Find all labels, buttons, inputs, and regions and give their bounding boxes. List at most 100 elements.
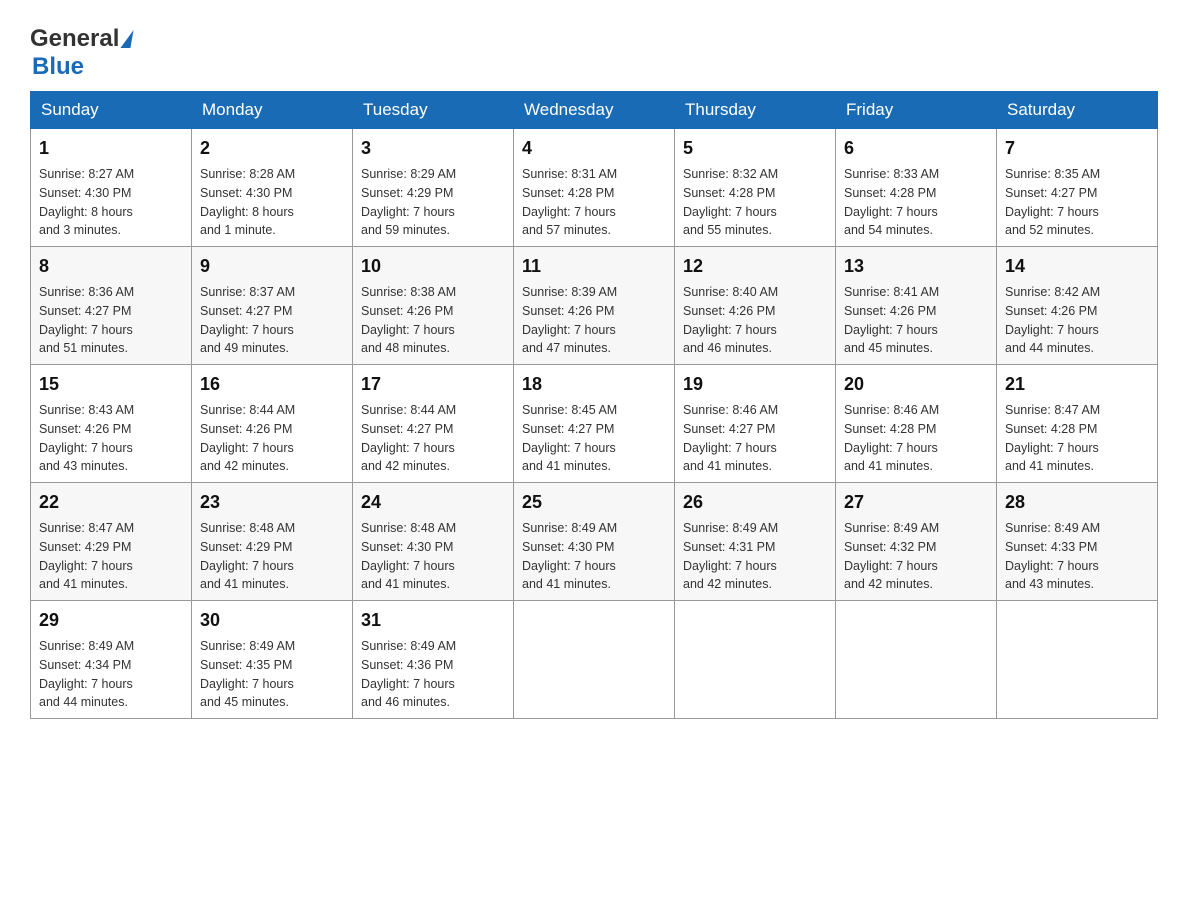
- day-info: Sunrise: 8:36 AM Sunset: 4:27 PM Dayligh…: [39, 283, 183, 358]
- calendar-table: SundayMondayTuesdayWednesdayThursdayFrid…: [30, 91, 1158, 719]
- day-number: 6: [844, 135, 988, 162]
- day-number: 26: [683, 489, 827, 516]
- day-number: 3: [361, 135, 505, 162]
- day-info: Sunrise: 8:47 AM Sunset: 4:28 PM Dayligh…: [1005, 401, 1149, 476]
- day-number: 22: [39, 489, 183, 516]
- calendar-cell: 12Sunrise: 8:40 AM Sunset: 4:26 PM Dayli…: [675, 247, 836, 365]
- day-info: Sunrise: 8:41 AM Sunset: 4:26 PM Dayligh…: [844, 283, 988, 358]
- day-number: 12: [683, 253, 827, 280]
- day-number: 18: [522, 371, 666, 398]
- day-info: Sunrise: 8:48 AM Sunset: 4:30 PM Dayligh…: [361, 519, 505, 594]
- week-row-1: 1 Sunrise: 8:27 AM Sunset: 4:30 PM Daylig…: [31, 129, 1158, 247]
- calendar-cell: 18 Sunrise: 8:45 AM Sunset: 4:27 PM Dayli…: [514, 365, 675, 483]
- calendar-cell: 14 Sunrise: 8:42 AM Sunset: 4:26 PM Dayli…: [997, 247, 1158, 365]
- week-row-5: 29 Sunrise: 8:49 AM Sunset: 4:34 PM Dayli…: [31, 601, 1158, 719]
- calendar-cell: 23 Sunrise: 8:48 AM Sunset: 4:29 PM Dayli…: [192, 483, 353, 601]
- calendar-cell: 24Sunrise: 8:48 AM Sunset: 4:30 PM Dayli…: [353, 483, 514, 601]
- day-info: Sunrise: 8:48 AM Sunset: 4:29 PM Dayligh…: [200, 519, 344, 594]
- day-info: Sunrise: 8:28 AM Sunset: 4:30 PM Dayligh…: [200, 165, 344, 240]
- day-info: Sunrise: 8:35 AM Sunset: 4:27 PM Dayligh…: [1005, 165, 1149, 240]
- day-info: Sunrise: 8:47 AM Sunset: 4:29 PM Dayligh…: [39, 519, 183, 594]
- calendar-cell: 8 Sunrise: 8:36 AM Sunset: 4:27 PM Daylig…: [31, 247, 192, 365]
- day-number: 9: [200, 253, 344, 280]
- day-number: 23: [200, 489, 344, 516]
- day-number: 30: [200, 607, 344, 634]
- column-header-saturday: Saturday: [997, 92, 1158, 129]
- column-header-tuesday: Tuesday: [353, 92, 514, 129]
- calendar-cell: 5 Sunrise: 8:32 AM Sunset: 4:28 PM Daylig…: [675, 129, 836, 247]
- day-number: 31: [361, 607, 505, 634]
- day-number: 21: [1005, 371, 1149, 398]
- column-headers: SundayMondayTuesdayWednesdayThursdayFrid…: [31, 92, 1158, 129]
- calendar-cell: [836, 601, 997, 719]
- calendar-cell: 30 Sunrise: 8:49 AM Sunset: 4:35 PM Dayli…: [192, 601, 353, 719]
- day-number: 11: [522, 253, 666, 280]
- calendar-cell: 6Sunrise: 8:33 AM Sunset: 4:28 PM Daylig…: [836, 129, 997, 247]
- calendar-cell: 2 Sunrise: 8:28 AM Sunset: 4:30 PM Daylig…: [192, 129, 353, 247]
- day-info: Sunrise: 8:49 AM Sunset: 4:35 PM Dayligh…: [200, 637, 344, 712]
- day-number: 5: [683, 135, 827, 162]
- calendar-cell: 10 Sunrise: 8:38 AM Sunset: 4:26 PM Dayli…: [353, 247, 514, 365]
- calendar-cell: 16Sunrise: 8:44 AM Sunset: 4:26 PM Dayli…: [192, 365, 353, 483]
- calendar-cell: [997, 601, 1158, 719]
- day-info: Sunrise: 8:29 AM Sunset: 4:29 PM Dayligh…: [361, 165, 505, 240]
- calendar-cell: 25 Sunrise: 8:49 AM Sunset: 4:30 PM Dayli…: [514, 483, 675, 601]
- calendar-cell: 29 Sunrise: 8:49 AM Sunset: 4:34 PM Dayli…: [31, 601, 192, 719]
- calendar-cell: 4Sunrise: 8:31 AM Sunset: 4:28 PM Daylig…: [514, 129, 675, 247]
- day-info: Sunrise: 8:39 AM Sunset: 4:26 PM Dayligh…: [522, 283, 666, 358]
- column-header-wednesday: Wednesday: [514, 92, 675, 129]
- day-info: Sunrise: 8:49 AM Sunset: 4:34 PM Dayligh…: [39, 637, 183, 712]
- day-number: 8: [39, 253, 183, 280]
- column-header-thursday: Thursday: [675, 92, 836, 129]
- calendar-cell: 26 Sunrise: 8:49 AM Sunset: 4:31 PM Dayli…: [675, 483, 836, 601]
- day-info: Sunrise: 8:49 AM Sunset: 4:33 PM Dayligh…: [1005, 519, 1149, 594]
- day-info: Sunrise: 8:45 AM Sunset: 4:27 PM Dayligh…: [522, 401, 666, 476]
- day-number: 17: [361, 371, 505, 398]
- day-number: 2: [200, 135, 344, 162]
- calendar-cell: 15Sunrise: 8:43 AM Sunset: 4:26 PM Dayli…: [31, 365, 192, 483]
- day-number: 28: [1005, 489, 1149, 516]
- day-info: Sunrise: 8:49 AM Sunset: 4:32 PM Dayligh…: [844, 519, 988, 594]
- day-number: 1: [39, 135, 183, 162]
- day-number: 4: [522, 135, 666, 162]
- day-info: Sunrise: 8:38 AM Sunset: 4:26 PM Dayligh…: [361, 283, 505, 358]
- calendar-cell: 21 Sunrise: 8:47 AM Sunset: 4:28 PM Dayli…: [997, 365, 1158, 483]
- logo: General Blue: [30, 20, 133, 81]
- day-number: 25: [522, 489, 666, 516]
- day-info: Sunrise: 8:49 AM Sunset: 4:36 PM Dayligh…: [361, 637, 505, 712]
- page-header: General Blue: [30, 20, 1158, 81]
- calendar-cell: 19Sunrise: 8:46 AM Sunset: 4:27 PM Dayli…: [675, 365, 836, 483]
- day-info: Sunrise: 8:49 AM Sunset: 4:30 PM Dayligh…: [522, 519, 666, 594]
- day-number: 13: [844, 253, 988, 280]
- logo-chevron-icon: [121, 30, 134, 48]
- day-number: 10: [361, 253, 505, 280]
- day-info: Sunrise: 8:37 AM Sunset: 4:27 PM Dayligh…: [200, 283, 344, 358]
- day-info: Sunrise: 8:46 AM Sunset: 4:28 PM Dayligh…: [844, 401, 988, 476]
- calendar-cell: [514, 601, 675, 719]
- calendar-cell: 17Sunrise: 8:44 AM Sunset: 4:27 PM Dayli…: [353, 365, 514, 483]
- column-header-monday: Monday: [192, 92, 353, 129]
- day-info: Sunrise: 8:42 AM Sunset: 4:26 PM Dayligh…: [1005, 283, 1149, 358]
- week-row-4: 22 Sunrise: 8:47 AM Sunset: 4:29 PM Dayli…: [31, 483, 1158, 601]
- day-number: 14: [1005, 253, 1149, 280]
- calendar-cell: 1 Sunrise: 8:27 AM Sunset: 4:30 PM Daylig…: [31, 129, 192, 247]
- day-info: Sunrise: 8:49 AM Sunset: 4:31 PM Dayligh…: [683, 519, 827, 594]
- day-info: Sunrise: 8:32 AM Sunset: 4:28 PM Dayligh…: [683, 165, 827, 240]
- day-info: Sunrise: 8:44 AM Sunset: 4:26 PM Dayligh…: [200, 401, 344, 476]
- day-number: 29: [39, 607, 183, 634]
- day-info: Sunrise: 8:27 AM Sunset: 4:30 PM Dayligh…: [39, 165, 183, 240]
- column-header-sunday: Sunday: [31, 92, 192, 129]
- day-number: 7: [1005, 135, 1149, 162]
- week-row-3: 15Sunrise: 8:43 AM Sunset: 4:26 PM Dayli…: [31, 365, 1158, 483]
- calendar-cell: 31 Sunrise: 8:49 AM Sunset: 4:36 PM Dayli…: [353, 601, 514, 719]
- calendar-cell: 11 Sunrise: 8:39 AM Sunset: 4:26 PM Dayli…: [514, 247, 675, 365]
- calendar-cell: 7 Sunrise: 8:35 AM Sunset: 4:27 PM Daylig…: [997, 129, 1158, 247]
- calendar-cell: 27Sunrise: 8:49 AM Sunset: 4:32 PM Dayli…: [836, 483, 997, 601]
- calendar-cell: 22 Sunrise: 8:47 AM Sunset: 4:29 PM Dayli…: [31, 483, 192, 601]
- day-number: 20: [844, 371, 988, 398]
- logo-general-part: General: [30, 25, 119, 53]
- day-info: Sunrise: 8:46 AM Sunset: 4:27 PM Dayligh…: [683, 401, 827, 476]
- column-header-friday: Friday: [836, 92, 997, 129]
- calendar-cell: 9 Sunrise: 8:37 AM Sunset: 4:27 PM Daylig…: [192, 247, 353, 365]
- day-number: 15: [39, 371, 183, 398]
